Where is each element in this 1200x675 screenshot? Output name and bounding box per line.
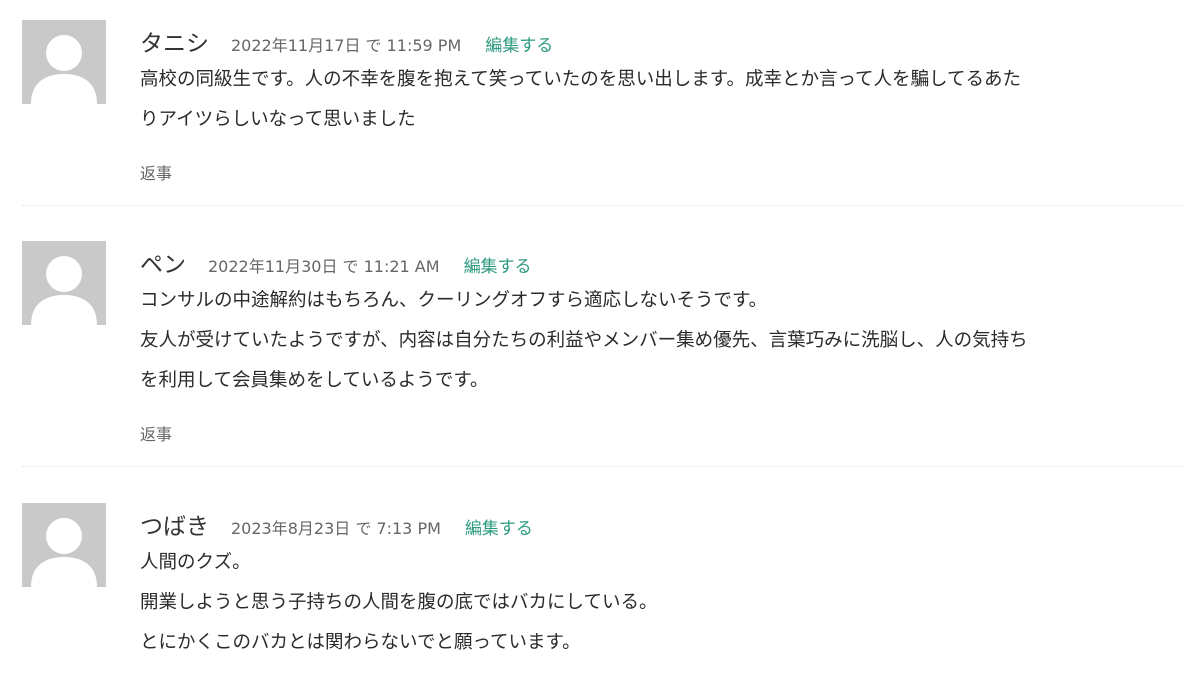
reply-link[interactable]: 返事 [140, 162, 172, 186]
comment-body: つばき 2023年8月23日 で 7:13 PM 編集する 人間のクズ。 開業し… [140, 503, 1184, 663]
avatar [22, 241, 106, 325]
comment-line: とにかくこのバカとは関わらないでと願っています。 [140, 632, 581, 653]
comment-author: つばき [140, 514, 209, 540]
comment-line: コンサルの中途解約はもちろん、クーリングオフすら適応しないそうです。 [140, 290, 768, 311]
comment-line: を利用して会員集めをしているようです。 [140, 370, 489, 391]
comment-meta: ペン 2022年11月30日 で 11:21 AM 編集する [140, 241, 1184, 281]
comment-separator [22, 205, 1184, 206]
default-user-icon [31, 256, 97, 325]
comment-body: ペン 2022年11月30日 で 11:21 AM 編集する コンサルの中途解約… [140, 241, 1184, 447]
edit-comment-link[interactable]: 編集する [464, 253, 532, 281]
edit-comment-link[interactable]: 編集する [485, 32, 553, 60]
comment-line: りアイツらしいなって思いました [140, 109, 416, 130]
comment-line: 友人が受けていたようですが、内容は自分たちの利益やメンバー集め優先、言葉巧みに洗… [140, 330, 1028, 351]
comment-author: タニシ [140, 31, 209, 57]
comment-separator [22, 466, 1184, 467]
comment-date[interactable]: 2022年11月17日 で 11:59 PM [231, 32, 461, 60]
comment-list: タニシ 2022年11月17日 で 11:59 PM 編集する 高校の同級生です… [0, 0, 1200, 675]
comment-meta: つばき 2023年8月23日 で 7:13 PM 編集する [140, 503, 1184, 543]
comment-date[interactable]: 2023年8月23日 で 7:13 PM [231, 515, 441, 543]
avatar [22, 20, 106, 104]
comment-text: コンサルの中途解約はもちろん、クーリングオフすら適応しないそうです。 友人が受け… [140, 281, 1184, 401]
reply-link[interactable]: 返事 [140, 423, 172, 447]
comment-date[interactable]: 2022年11月30日 で 11:21 AM [208, 253, 440, 281]
comment-text: 人間のクズ。 開業しようと思う子持ちの人間を腹の底ではバカにしている。 とにかく… [140, 543, 1184, 663]
comment-line: 高校の同級生です。人の不幸を腹を抱えて笑っていたのを思い出します。成幸とか言って… [140, 69, 1021, 90]
comment-line: 人間のクズ。 [140, 552, 251, 573]
comment-author: ペン [140, 252, 186, 278]
avatar [22, 503, 106, 587]
default-user-icon [31, 35, 97, 104]
comment-line: 開業しようと思う子持ちの人間を腹の底ではバカにしている。 [140, 592, 658, 613]
edit-comment-link[interactable]: 編集する [465, 515, 533, 543]
comment-body: タニシ 2022年11月17日 で 11:59 PM 編集する 高校の同級生です… [140, 20, 1184, 186]
comment-text: 高校の同級生です。人の不幸を腹を抱えて笑っていたのを思い出します。成幸とか言って… [140, 60, 1184, 140]
comment-meta: タニシ 2022年11月17日 で 11:59 PM 編集する [140, 20, 1184, 60]
default-user-icon [31, 518, 97, 587]
